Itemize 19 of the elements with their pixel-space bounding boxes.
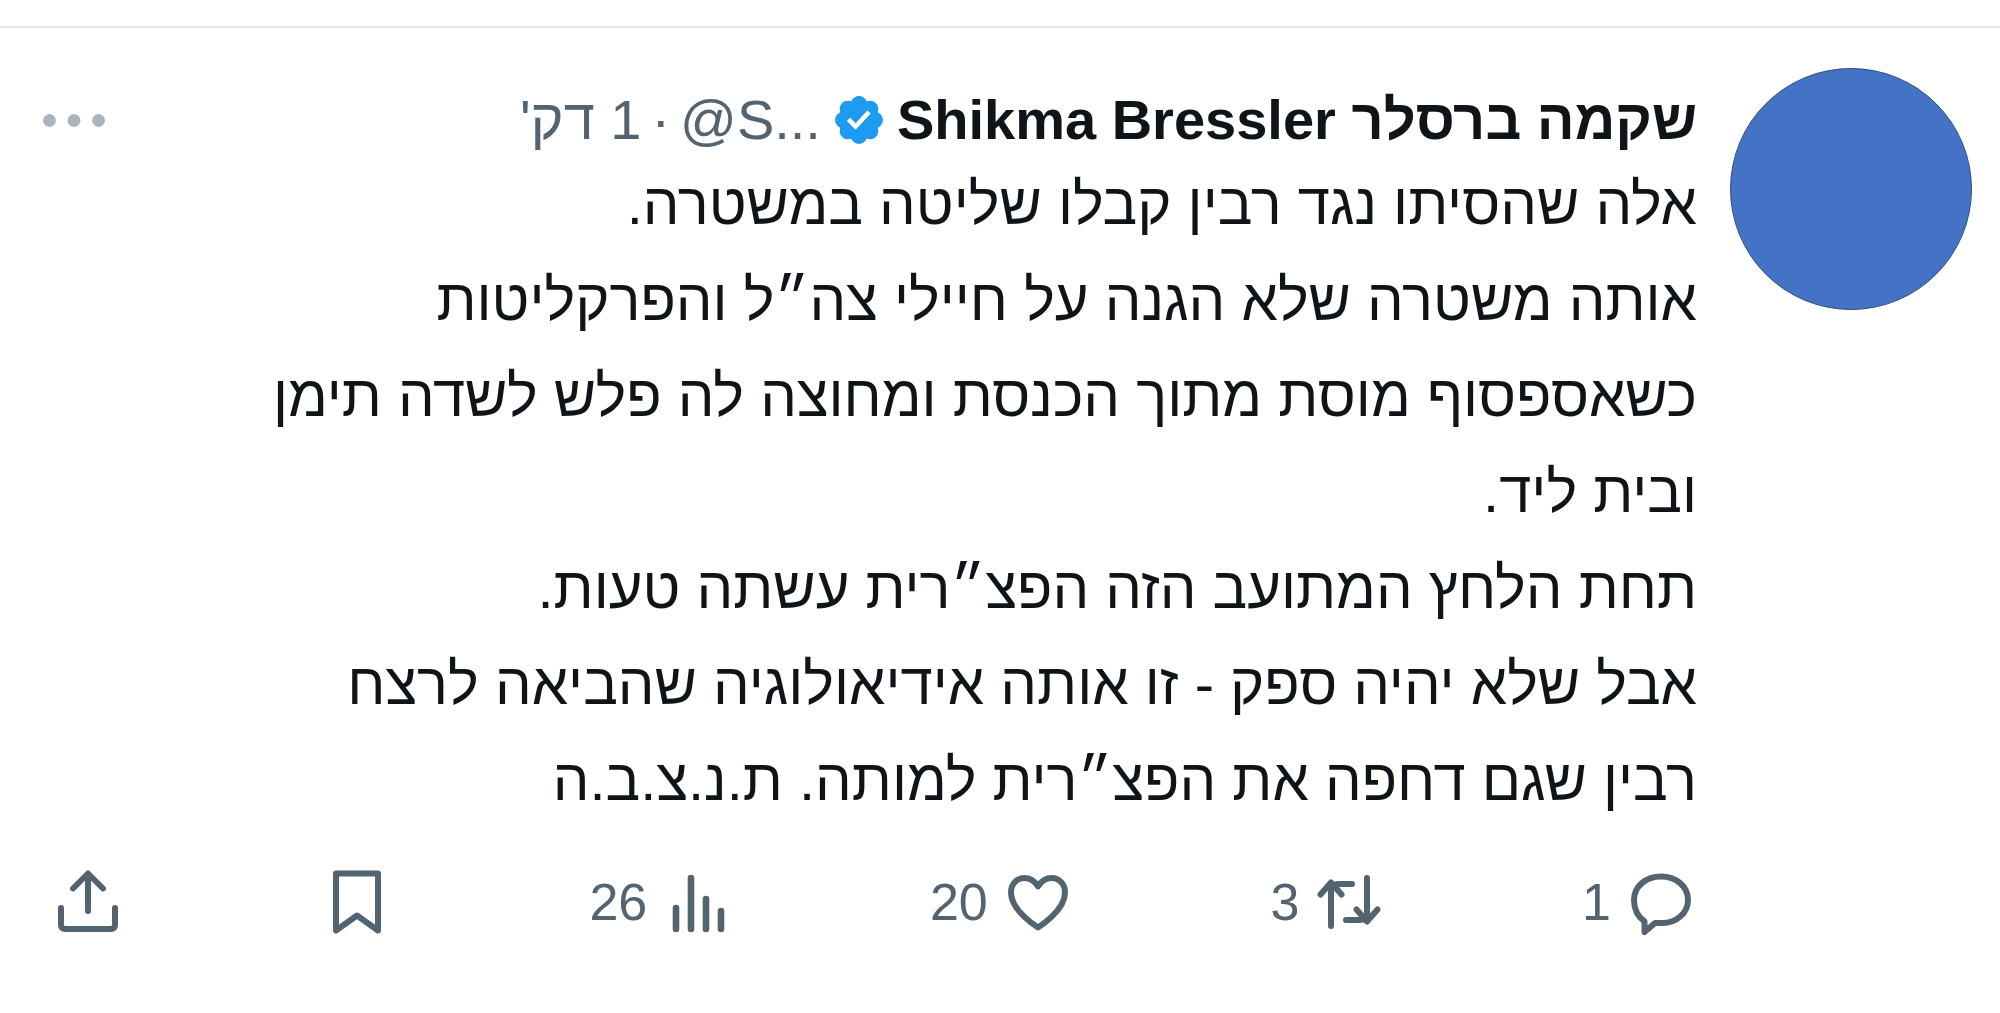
repost-button[interactable]: 3 — [1270, 866, 1386, 938]
post-text-line: ובית ליד. — [1482, 458, 1697, 526]
post-text-line: רבין שגם דחפה את הפצ״רית למותה. ת.נ.צ.ב.ה — [551, 746, 1697, 814]
author-name[interactable]: שקמה ברסלר Shikma Bressler — [896, 86, 1697, 154]
separator-dot: · — [651, 87, 671, 153]
post-text-line: אלה שהסיתו נגד רבין קבלו שליטה במשטרה. — [625, 170, 1697, 238]
post-text-line: אותה משטרה שלא הגנה על חיילי צה״ל והפרקליטות — [435, 266, 1697, 334]
post-text-line: אבל שלא יהיה ספק - זו אותה אידיאולוגיה שהביאה לרצח — [346, 650, 1697, 718]
reply-button[interactable]: 1 — [1582, 866, 1697, 938]
action-count: 26 — [589, 872, 648, 933]
views-button[interactable]: 26 — [589, 866, 734, 938]
user-handle[interactable]: @S... — [680, 86, 821, 154]
action-count: 20 — [929, 872, 988, 933]
action-count: 3 — [1270, 872, 1300, 933]
like-button[interactable]: 20 — [929, 866, 1074, 938]
post-text-line: כשאספסוף מוסת מתוך הכנסת ומחוצה לה פלש לשדה תימן — [271, 362, 1697, 430]
post-text-line: תחת הלחץ המתועב הזה הפצ״רית עשתה טעות. — [536, 554, 1697, 622]
post-time[interactable]: 1 דק' — [519, 86, 642, 154]
action-count: 1 — [1582, 872, 1611, 933]
